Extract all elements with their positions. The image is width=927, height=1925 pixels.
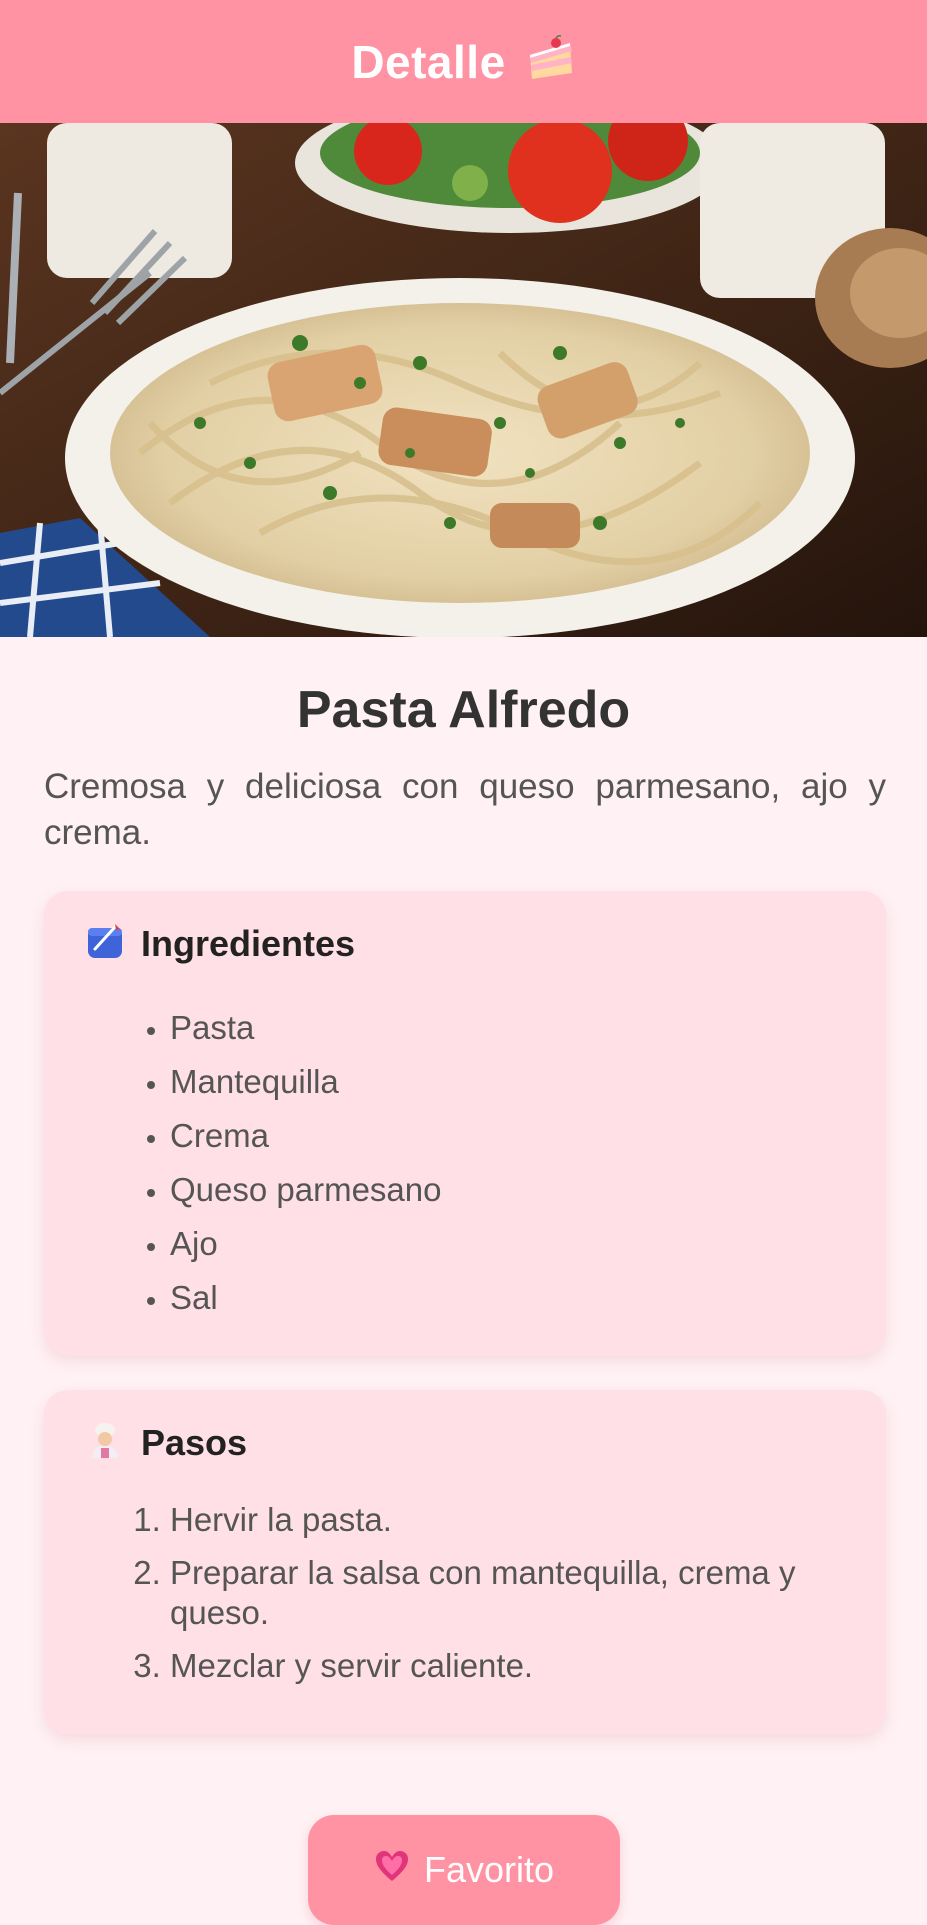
steps-heading: Pasos bbox=[141, 1421, 248, 1463]
ingredient-item: Mantequilla bbox=[170, 1055, 442, 1109]
steps-card: Pasos Hervir la pasta. Preparar la salsa… bbox=[44, 1390, 886, 1734]
ingredient-item: Ajo bbox=[170, 1217, 442, 1271]
step-item: Hervir la pasta. bbox=[170, 1500, 870, 1540]
app-header: Detalle bbox=[0, 0, 927, 123]
ingredients-heading: Ingredientes bbox=[141, 922, 356, 964]
cook-icon bbox=[85, 1420, 125, 1465]
header-title: Detalle bbox=[351, 35, 506, 88]
steps-list: Hervir la pasta. Preparar la salsa con m… bbox=[126, 1500, 870, 1699]
ingredient-item: Sal bbox=[170, 1271, 442, 1325]
cake-slice-icon bbox=[526, 35, 576, 88]
favorite-button[interactable]: Favorito bbox=[308, 1815, 620, 1925]
favorite-button-label: Favorito bbox=[423, 1849, 555, 1890]
ingredient-item: Pasta bbox=[170, 1001, 442, 1055]
recipe-image bbox=[0, 123, 927, 637]
ingredient-item: Queso parmesano bbox=[170, 1163, 442, 1217]
blue-notebook-icon bbox=[85, 921, 125, 966]
ingredient-item: Crema bbox=[170, 1109, 442, 1163]
ingredients-header: Ingredientes bbox=[85, 921, 355, 966]
step-item: Mezclar y servir caliente. bbox=[170, 1646, 870, 1686]
recipe-description: Cremosa y deliciosa con queso parmesano,… bbox=[44, 767, 886, 852]
steps-header: Pasos bbox=[85, 1420, 247, 1465]
ingredients-list: Pasta Mantequilla Crema Queso parmesano … bbox=[126, 1001, 442, 1325]
heart-icon bbox=[374, 1849, 410, 1892]
step-item: Preparar la salsa con mantequilla, crema… bbox=[170, 1553, 870, 1633]
recipe-title: Pasta Alfredo bbox=[296, 681, 631, 739]
ingredients-card: Ingredientes Pasta Mantequilla Crema Que… bbox=[44, 891, 886, 1355]
